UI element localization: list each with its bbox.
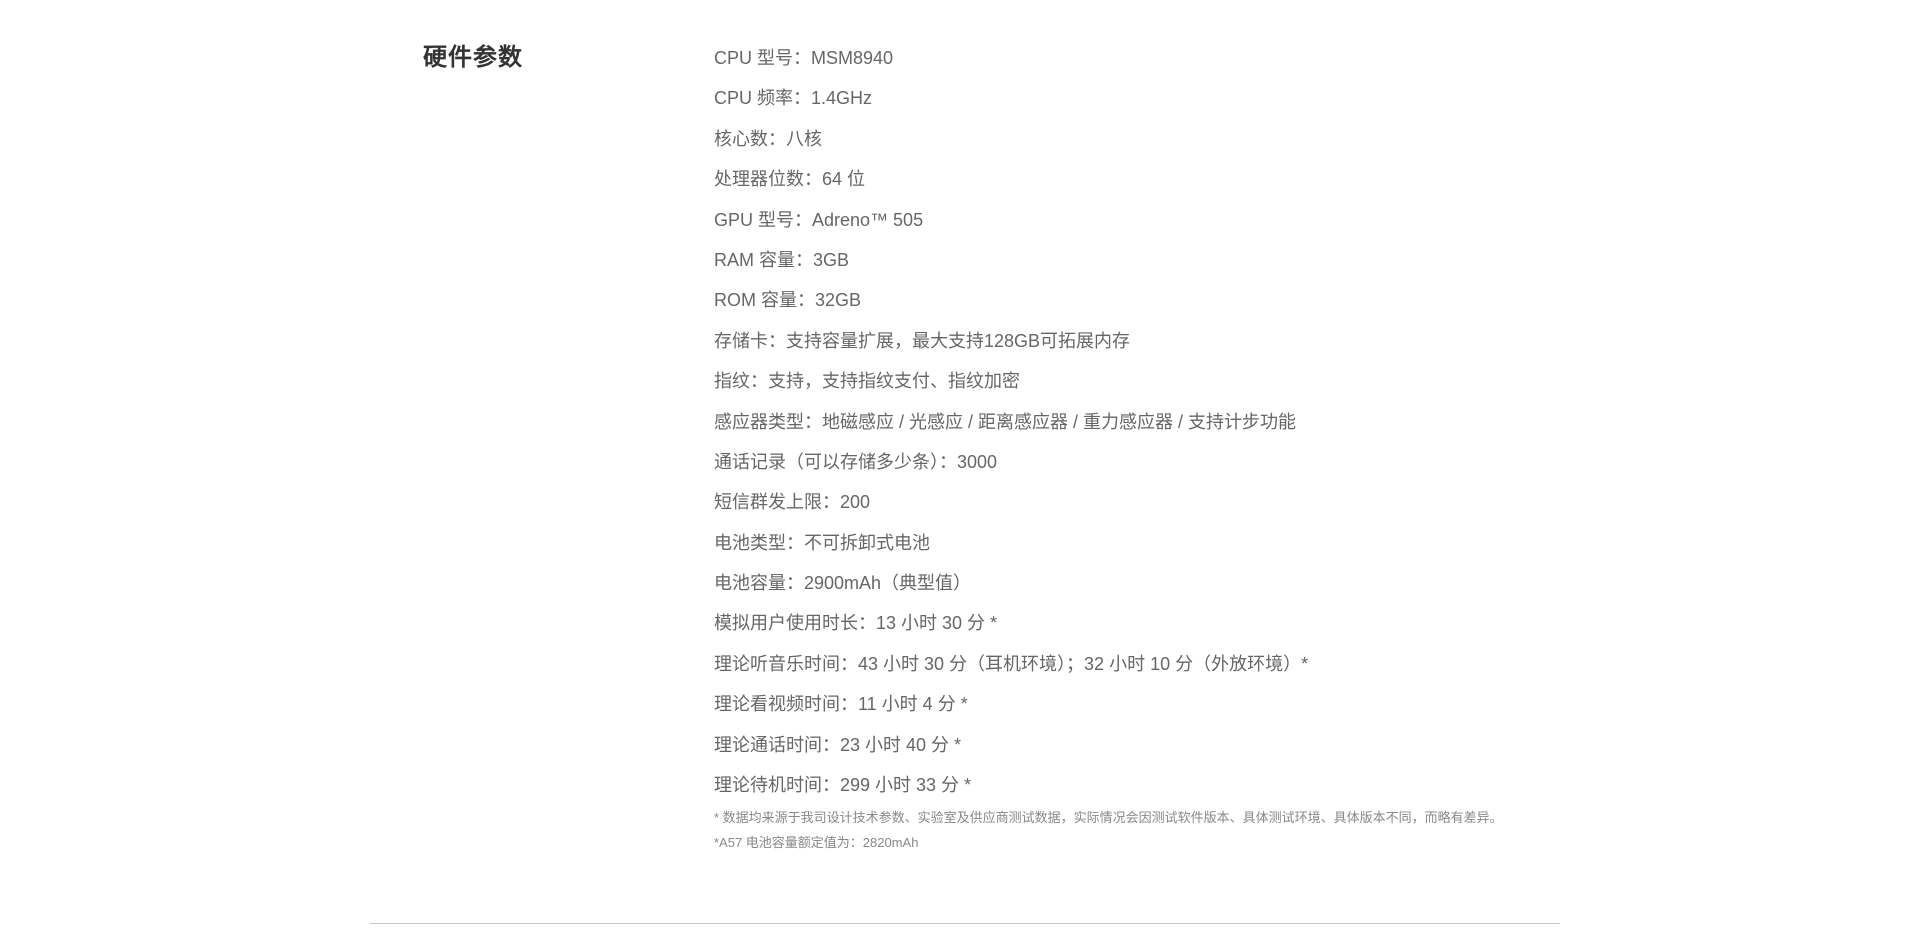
spec-core-count: 核心数：八核 [714, 128, 822, 149]
spec-gpu-model: GPU 型号：Adreno™ 505 [714, 209, 924, 230]
spec-sensors: 感应器类型：地磁感应 / 光感应 / 距离感应器 / 重力感应器 / 支持计步功… [714, 411, 1297, 432]
spec-list: CPU 型号：MSM8940 CPU 频率：1.4GHz 核心数：八核 处理器位… [714, 38, 1308, 805]
section-title: 硬件参数 [423, 44, 523, 71]
spec-cpu-frequency: CPU 频率：1.4GHz [714, 88, 873, 109]
spec-processor-bits: 处理器位数：64 位 [714, 169, 866, 190]
spec-rom: ROM 容量：32GB [714, 290, 862, 311]
footnotes: * 数据均来源于我司设计技术参数、实验室及供应商测试数据，实际情况会因测试软件版… [714, 805, 1503, 855]
spec-fingerprint: 指纹：支持，支持指纹支付、指纹加密 [714, 371, 1020, 392]
footnote-battery-rated: *A57 电池容量额定值为：2820mAh [714, 835, 919, 850]
spec-ram: RAM 容量：3GB [714, 249, 850, 270]
spec-standby-time: 理论待机时间：299 小时 33 分 * [714, 775, 972, 796]
spec-call-log: 通话记录（可以存储多少条）：3000 [714, 451, 998, 472]
spec-battery-capacity: 电池容量：2900mAh（典型值） [714, 573, 972, 594]
spec-usage-time: 模拟用户使用时长：13 小时 30 分 * [714, 613, 998, 634]
spec-storage-card: 存储卡：支持容量扩展，最大支持128GB可拓展内存 [714, 330, 1131, 351]
section-divider [370, 923, 1560, 924]
hardware-specs-section: 硬件参数 CPU 型号：MSM8940 CPU 频率：1.4GHz 核心数：八核… [370, 0, 1560, 930]
spec-talk-time: 理论通话时间：23 小时 40 分 * [714, 734, 962, 755]
spec-music-time: 理论听音乐时间：43 小时 30 分（耳机环境）；32 小时 10 分（外放环境… [714, 653, 1309, 674]
spec-battery-type: 电池类型：不可拆卸式电池 [714, 532, 930, 553]
footnote-data-source: * 数据均来源于我司设计技术参数、实验室及供应商测试数据，实际情况会因测试软件版… [714, 810, 1503, 825]
spec-cpu-model: CPU 型号：MSM8940 [714, 48, 894, 68]
spec-sms-limit: 短信群发上限：200 [714, 492, 871, 513]
spec-video-time: 理论看视频时间：11 小时 4 分 * [714, 694, 968, 715]
